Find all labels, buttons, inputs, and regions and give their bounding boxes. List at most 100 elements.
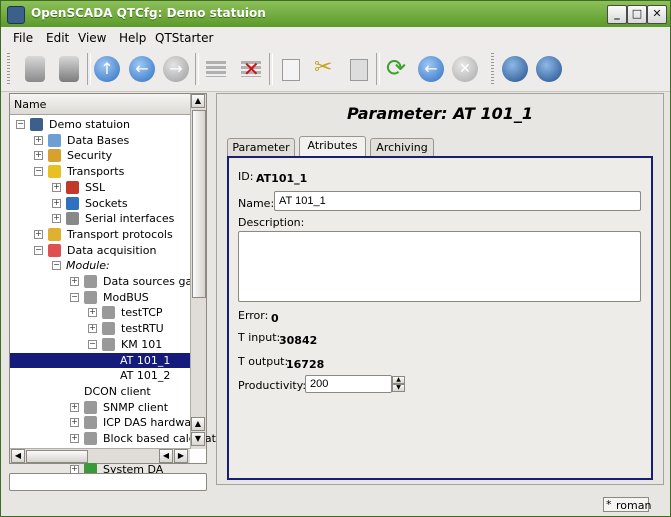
menu-qtstarter[interactable]: QTStarter [155,31,213,45]
expand-icon[interactable]: + [70,277,79,286]
scroll-left-button[interactable]: ◀ [159,449,173,463]
t-input-label: T input: [238,331,281,344]
description-field[interactable] [238,231,641,302]
tree-node-icon [48,227,61,241]
toolbar-separator [376,53,380,85]
tree-item[interactable]: AT 101_2 [10,368,190,383]
tree-item[interactable]: + testRTU [10,321,190,336]
collapse-icon[interactable]: − [16,120,25,129]
expand-icon[interactable]: + [70,418,79,428]
t-output-label: T output: [238,355,289,368]
cut-icon[interactable]: ✂ [308,53,340,85]
tab-archiving[interactable]: Archiving [370,138,434,156]
tree-item[interactable]: − Module: [10,258,190,273]
expand-icon[interactable]: + [88,308,97,318]
expand-icon[interactable]: + [52,214,61,224]
expand-icon[interactable]: + [70,434,79,443]
tree-item[interactable]: + Sockets [10,196,190,211]
up-icon[interactable]: ↑ [91,53,123,85]
tree-hscroll[interactable]: ◀ ◀ ▶ [10,448,190,463]
spin-up-button[interactable]: ▲ [392,376,405,384]
expand-icon[interactable]: + [88,324,97,334]
paste-icon[interactable] [342,53,374,85]
tree-item[interactable]: − Demo statuion [10,117,190,132]
tree-item[interactable]: + SNMP client [10,400,190,415]
minimize-button[interactable]: _ [607,5,627,24]
expand-icon[interactable]: + [34,151,43,161]
tool-2-icon[interactable] [533,53,565,85]
maximize-button[interactable]: □ [627,5,647,24]
tab-parameter[interactable]: Parameter [227,138,295,156]
tree-item[interactable]: + Security [10,148,190,163]
expand-icon[interactable]: + [70,402,79,412]
tree-node-icon [66,212,79,226]
delete-item-icon[interactable]: ✕ [235,53,267,85]
scroll-up-button[interactable]: ▲ [191,94,205,108]
tree-item[interactable]: − ModBUS [10,290,190,305]
menu-help[interactable]: Help [119,31,146,45]
id-value: AT101_1 [256,172,308,185]
toolbar-separator [195,53,199,85]
tree-item[interactable]: AT 101_1 [10,352,190,368]
name-field[interactable] [274,191,641,211]
tree-node-icon [48,133,61,147]
collapse-icon[interactable]: − [34,167,43,177]
expand-icon[interactable]: + [52,198,61,208]
tree-node-icon [48,243,61,257]
db-save-icon[interactable] [53,53,85,85]
scroll-right-button[interactable]: ▶ [174,449,188,463]
tree-item[interactable]: DCON client [10,384,190,399]
expand-icon[interactable]: + [52,182,61,192]
scroll-down-button[interactable]: ▼ [191,432,205,446]
productivity-stepper[interactable] [305,375,392,393]
tree-item[interactable]: − Transports [10,164,190,179]
language-indicator[interactable]: * roman [603,497,651,512]
tree-item-label: Sockets [85,196,128,210]
tree-vscroll[interactable]: ▲ ▲ ▼ [190,94,206,449]
tree-item[interactable]: − KM 101 [10,337,190,352]
back-icon[interactable]: ← [126,53,158,85]
error-value: 0 [271,312,279,325]
tree-item[interactable]: + Block based calculat [10,431,216,446]
stop-icon[interactable]: ✕ [449,53,481,85]
vscroll-thumb[interactable] [192,110,206,298]
close-button[interactable]: ✕ [647,5,667,24]
tree-item[interactable]: + ICP DAS hardware [10,415,202,430]
tree-item-label: ICP DAS hardware [103,416,203,430]
scroll-left-button[interactable]: ◀ [11,449,25,463]
add-item-icon[interactable] [200,53,232,85]
forward-icon[interactable]: → [160,53,192,85]
menu-view[interactable]: View [78,31,106,45]
menu-edit[interactable]: Edit [46,31,69,45]
tree-item[interactable]: + Data sources gate [10,274,203,289]
tree-item[interactable]: + testTCP [10,305,190,320]
tree-item[interactable]: − Data acquisition [10,243,190,258]
main-window: OpenSCADA QTCfg: Demo statuion _ □ ✕ Fil… [0,0,671,517]
menu-file[interactable]: File [13,31,33,45]
tree-item[interactable]: + SSL [10,180,190,195]
collapse-icon[interactable]: − [52,261,61,271]
start-icon[interactable]: ← [415,53,447,85]
tool-1-icon[interactable] [499,53,531,85]
db-load-icon[interactable] [19,53,51,85]
tree-item[interactable]: + Transport protocols [10,227,190,242]
tree-node-icon [48,149,61,163]
toolbar-grip[interactable] [7,53,10,85]
tree-node-icon [48,165,61,179]
collapse-icon[interactable]: − [70,292,79,302]
tab-atributes[interactable]: Atributes [299,136,366,157]
expand-icon[interactable]: + [34,135,43,145]
copy-icon[interactable] [274,53,306,85]
tree-header[interactable]: Name [10,94,190,115]
toolbar-grip[interactable] [491,53,494,85]
tree-item[interactable]: + Serial interfaces [10,211,190,226]
hscroll-thumb[interactable] [26,450,88,463]
collapse-icon[interactable]: − [34,245,43,255]
scroll-up-button[interactable]: ▲ [191,417,205,431]
refresh-icon[interactable]: ⟳ [381,53,413,85]
spin-down-button[interactable]: ▼ [392,384,405,392]
expand-icon[interactable]: + [34,229,43,239]
tree-item[interactable]: + Data Bases [10,133,190,148]
title-bar[interactable]: OpenSCADA QTCfg: Demo statuion _ □ ✕ [1,1,670,27]
collapse-icon[interactable]: − [88,339,97,349]
